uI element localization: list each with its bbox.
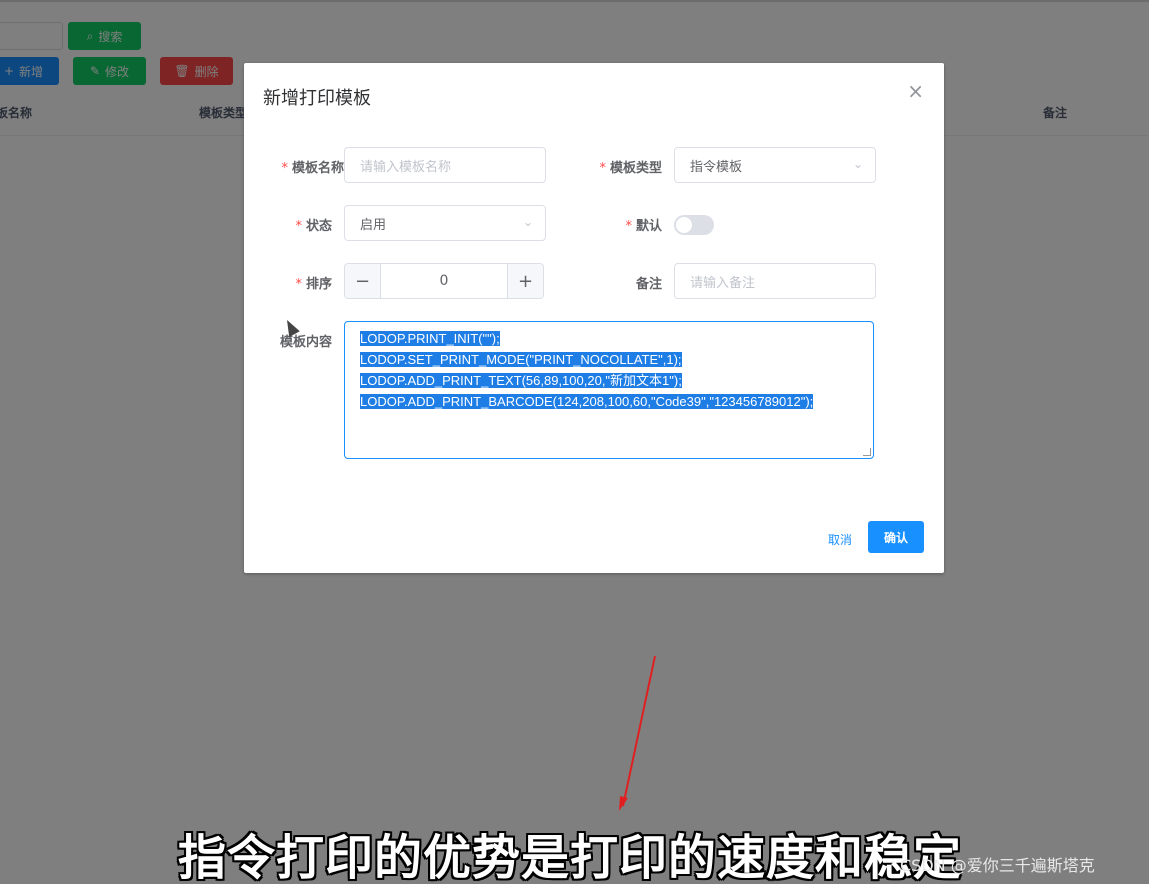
template-name-input[interactable]: 请输入模板名称 — [344, 147, 546, 183]
status-value: 启用 — [360, 217, 387, 233]
content-line: LODOP.ADD_PRINT_BARCODE(124,208,100,60,"… — [360, 394, 814, 409]
chevron-down-icon: ⌄ — [522, 215, 533, 229]
dialog-title: 新增打印模板 — [263, 88, 371, 109]
video-subtitle: 指令打印的优势是打印的速度和稳定 — [178, 830, 963, 884]
status-select[interactable]: 启用 ⌄ — [344, 205, 546, 241]
content-line: LODOP.PRINT_INIT(""); — [360, 331, 500, 346]
toggle-knob — [676, 217, 692, 233]
remark-input[interactable]: 请输入备注 — [674, 263, 876, 299]
template-type-value: 指令模板 — [690, 159, 743, 175]
remark-label: 备注 — [635, 277, 662, 292]
name-label: * 模板名称 — [281, 161, 344, 176]
template-name-placeholder: 请输入模板名称 — [360, 159, 452, 175]
remark-placeholder: 请输入备注 — [690, 275, 756, 291]
chevron-down-icon: ⌄ — [852, 157, 863, 171]
content-label: 模板内容 — [279, 335, 332, 350]
default-toggle[interactable] — [674, 215, 714, 235]
confirm-button[interactable]: 确认 — [868, 521, 924, 553]
decrement-button[interactable]: − — [345, 264, 381, 298]
close-icon[interactable]: × — [907, 81, 924, 101]
status-label: * 状态 — [295, 219, 332, 234]
content-line: LODOP.ADD_PRINT_TEXT(56,89,100,20,"新加文本1… — [360, 373, 682, 388]
sort-stepper: − 0 + — [344, 263, 544, 299]
sort-label: * 排序 — [295, 277, 332, 292]
type-label: * 模板类型 — [599, 161, 662, 176]
template-type-select[interactable]: 指令模板 ⌄ — [674, 147, 876, 183]
default-label: * 默认 — [625, 219, 662, 234]
content-line: LODOP.SET_PRINT_MODE("PRINT_NOCOLLATE",1… — [360, 352, 682, 367]
add-template-dialog: 新增打印模板 × * 模板名称 请输入模板名称 * 模板类型 指令模板 ⌄ * 状态 … — [244, 63, 944, 573]
template-content-textarea[interactable]: LODOP.PRINT_INIT(""); LODOP.SET_PRINT_MO… — [344, 321, 874, 459]
sort-value[interactable]: 0 — [381, 264, 507, 298]
cancel-button[interactable]: 取消 — [828, 531, 852, 548]
increment-button[interactable]: + — [507, 264, 543, 298]
resize-handle[interactable] — [863, 448, 871, 456]
watermark: CSDN @爱你三千遍斯塔克 — [900, 856, 1095, 875]
